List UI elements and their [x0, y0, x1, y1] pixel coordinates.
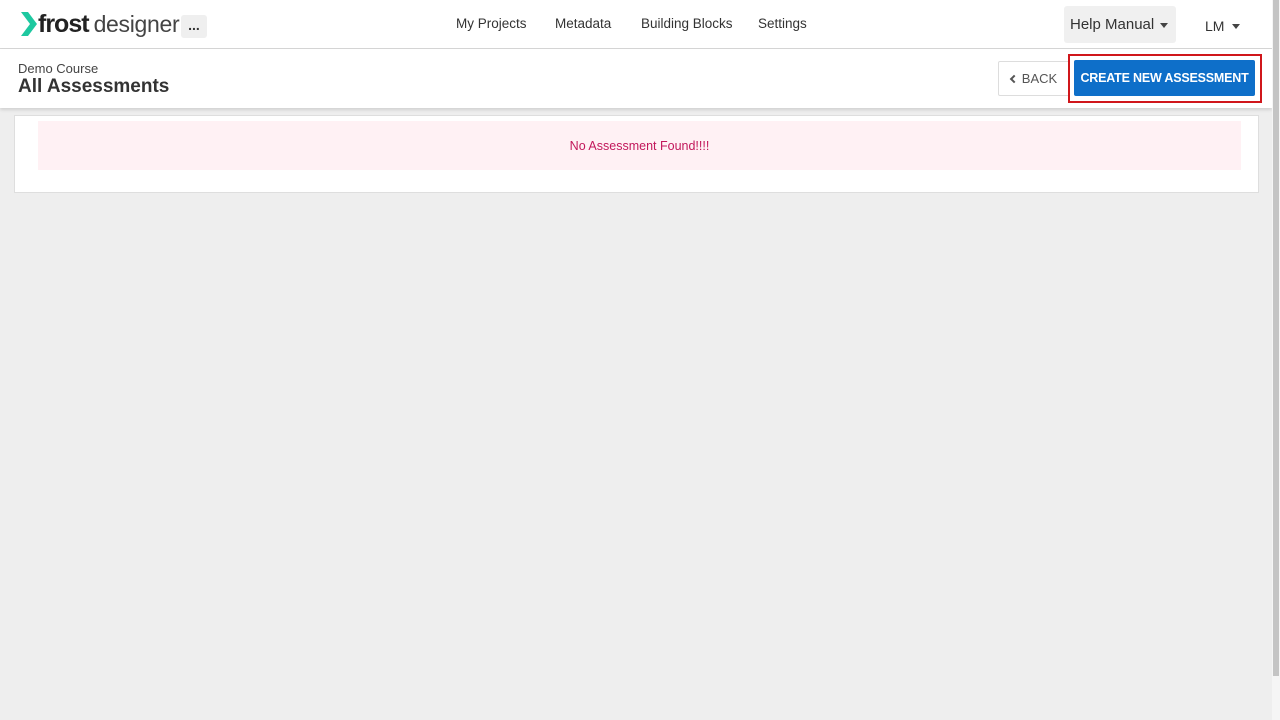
- nav-item-building-blocks[interactable]: Building Blocks: [641, 16, 733, 31]
- page-title: All Assessments: [18, 76, 170, 97]
- caret-down-icon: [1160, 22, 1169, 28]
- chevron-right-logo-icon: [21, 12, 37, 36]
- scrollbar-thumb[interactable]: [1273, 0, 1279, 676]
- logo-text-secondary: designer: [93, 10, 180, 37]
- help-manual-dropdown[interactable]: Help Manual: [1064, 6, 1176, 43]
- create-new-assessment-button[interactable]: CREATE NEW ASSESSMENT: [1074, 60, 1255, 96]
- empty-state-alert: No Assessment Found!!!!: [38, 121, 1241, 170]
- assessments-panel: No Assessment Found!!!!: [14, 115, 1259, 193]
- nav-item-settings[interactable]: Settings: [758, 16, 807, 31]
- nav-item-metadata[interactable]: Metadata: [555, 16, 611, 31]
- help-manual-label: Help Manual: [1070, 16, 1155, 33]
- caret-down-icon: [1232, 24, 1241, 29]
- back-button-label: BACK: [1021, 71, 1058, 86]
- nav-item-my-projects[interactable]: My Projects: [456, 16, 527, 31]
- app-logo[interactable]: frost designer: [21, 9, 180, 38]
- more-options-button[interactable]: ...: [181, 15, 207, 38]
- page-header: Demo Course All Assessments BACK CREATE …: [0, 49, 1272, 108]
- chevron-left-icon: [1009, 74, 1019, 83]
- top-navbar: frost designer ... My Projects Metadata …: [0, 0, 1272, 49]
- page-scrollbar[interactable]: [1272, 0, 1280, 720]
- back-button[interactable]: BACK: [998, 61, 1070, 96]
- logo-text-primary: frost: [38, 9, 90, 38]
- user-menu-dropdown[interactable]: LM: [1205, 17, 1241, 35]
- user-initials: LM: [1205, 18, 1225, 34]
- breadcrumb[interactable]: Demo Course: [18, 61, 98, 76]
